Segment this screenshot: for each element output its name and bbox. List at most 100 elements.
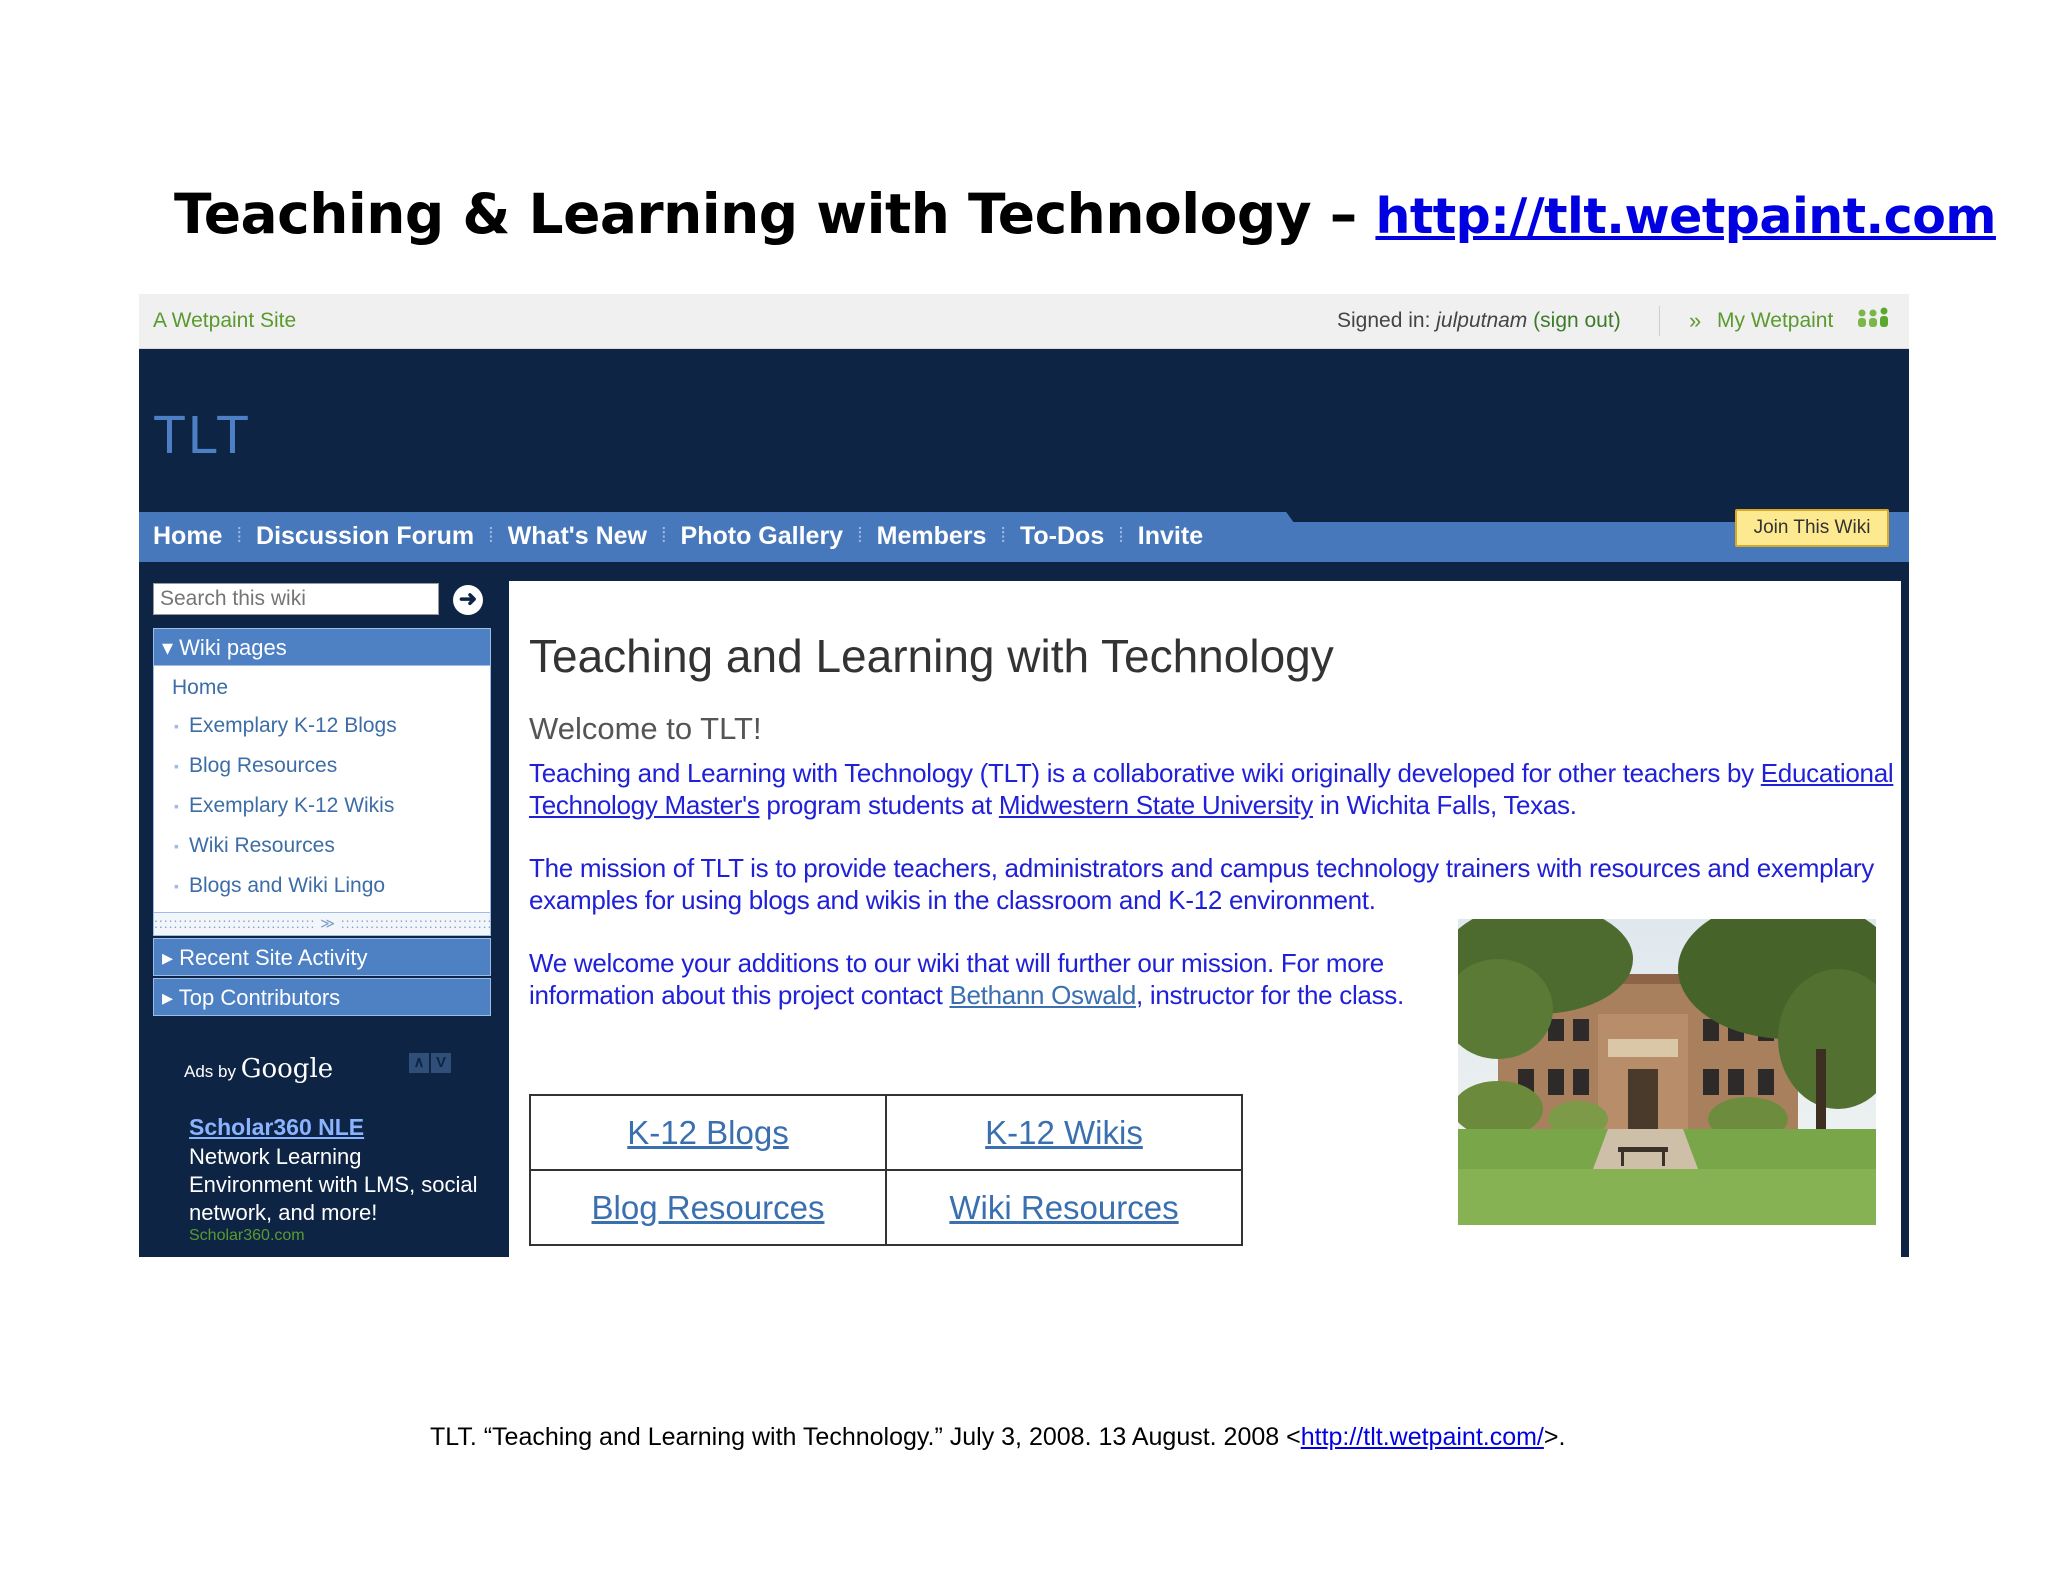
citation-text: >. — [1543, 1423, 1566, 1451]
caret-right-icon: ▸ — [162, 985, 174, 1010]
sidebar-item-label: Blogs and Wiki Lingo — [188, 874, 386, 897]
table-cell: Blog Resources — [529, 1169, 887, 1246]
intro-paragraph: Teaching and Learning with Technology (T… — [529, 757, 1899, 821]
top-contributors-header[interactable]: ▸ Top Contributors — [153, 978, 491, 1016]
wiki-pages-list: Home ▪ Exemplary K-12 Blogs ▪ Blog Resourc… — [153, 666, 491, 913]
nav-notch — [1279, 502, 1759, 522]
nav-separator: ⁞ — [488, 525, 494, 547]
k12-wikis-link[interactable]: K-12 Wikis — [985, 1114, 1143, 1151]
sidebar: ▾ Wiki pages Home ▪ Exemplary K-12 Blogs … — [153, 628, 491, 1016]
nav-separator: ⁞ — [1000, 525, 1006, 547]
signed-in-status: Signed in: julputnam (sign out) — [1337, 309, 1621, 333]
sidebar-item-exemplary-wikis[interactable]: ▪ Exemplary K-12 Wikis — [154, 786, 490, 826]
table-row: Blog Resources Wiki Resources — [529, 1169, 1243, 1246]
sidebar-item-lingo[interactable]: ▪ Blogs and Wiki Lingo — [154, 866, 490, 906]
wiki-screenshot: A Wetpaint Site Signed in: julputnam (si… — [139, 294, 1909, 1257]
intro-text: program students at — [759, 790, 999, 820]
sidebar-item-exemplary-blogs[interactable]: ▪ Exemplary K-12 Blogs — [154, 706, 490, 746]
welcome-heading: Welcome to TLT! — [529, 711, 762, 746]
nav-to-dos[interactable]: To-Dos — [1020, 522, 1104, 551]
recent-activity-header[interactable]: ▸ Recent Site Activity — [153, 938, 491, 976]
main-content: Teaching and Learning with Technology We… — [509, 581, 1904, 1257]
slide-title-link[interactable]: http://tlt.wetpaint.com — [1375, 188, 1996, 245]
citation: TLT. “Teaching and Learning with Technol… — [430, 1423, 1565, 1452]
nav-separator: ⁞ — [660, 525, 667, 547]
sign-out-link[interactable]: (sign out) — [1533, 309, 1621, 332]
nav-home[interactable]: Home — [153, 522, 222, 551]
wiki-brand[interactable]: TLT — [153, 404, 251, 466]
top-contributors-label: Top Contributors — [178, 985, 341, 1010]
ad-text: Network Learning Environment with LMS, s… — [189, 1144, 478, 1225]
sponsored-ad: Scholar360 NLE Network Learning Environm… — [189, 1114, 479, 1245]
ad-next-icon[interactable]: V — [431, 1053, 451, 1073]
recent-activity-label: Recent Site Activity — [179, 945, 368, 970]
citation-link[interactable]: http://tlt.wetpaint.com/ — [1301, 1423, 1544, 1451]
nav-photo-gallery[interactable]: Photo Gallery — [681, 522, 844, 551]
slide-title-text: Teaching & Learning with Technology – — [174, 182, 1357, 246]
table-cell: K-12 Wikis — [885, 1094, 1243, 1171]
instructor-link[interactable]: Bethann Oswald — [949, 980, 1136, 1010]
nav-whats-new[interactable]: What's New — [508, 522, 647, 551]
bullet-icon: ▪ — [174, 838, 179, 855]
topbar-divider — [1659, 306, 1660, 336]
citation-text: TLT. “Teaching and Learning with Technol… — [430, 1423, 1301, 1451]
intro-text: Teaching and Learning with Technology (T… — [529, 758, 1761, 788]
expand-grip[interactable]: ::::::::::::::::::::::::::::::::: ≫ ::::… — [153, 913, 491, 936]
slide-title: Teaching & Learning with Technology – ht… — [174, 182, 1996, 246]
table-row: K-12 Blogs K-12 Wikis — [529, 1094, 1243, 1171]
ad-url[interactable]: Scholar360.com — [189, 1227, 479, 1245]
join-wiki-button[interactable]: Join This Wiki — [1735, 509, 1889, 547]
bullet-icon: ▪ — [174, 878, 179, 895]
sidebar-item-wiki-resources[interactable]: ▪ Wiki Resources — [154, 826, 490, 866]
sidebar-item-home[interactable]: Home — [154, 670, 490, 706]
wiki-resources-link[interactable]: Wiki Resources — [949, 1189, 1178, 1226]
ad-prev-icon[interactable]: ∧ — [409, 1053, 429, 1073]
double-arrow-icon: » — [1689, 308, 1702, 333]
sidebar-item-label: Wiki Resources — [188, 834, 335, 857]
nav-items: Home ⁞ Discussion Forum ⁞ What's New ⁞ P… — [153, 522, 1203, 551]
main-navigation: Home ⁞ Discussion Forum ⁞ What's New ⁞ P… — [139, 502, 1909, 562]
google-logo: Google — [240, 1054, 334, 1084]
ads-label: Ads by — [184, 1062, 236, 1081]
bullet-icon: ▪ — [174, 758, 179, 775]
search-go-icon[interactable]: ➜ — [453, 585, 483, 615]
nav-separator: ⁞ — [857, 525, 863, 547]
sidebar-item-blog-resources[interactable]: ▪ Blog Resources — [154, 746, 490, 786]
ads-by-google[interactable]: Ads by Google — [184, 1054, 333, 1084]
campus-photo — [1458, 919, 1876, 1225]
nav-separator: ⁞ — [236, 525, 243, 547]
signed-in-label: Signed in: — [1337, 309, 1431, 332]
mission-paragraph: The mission of TLT is to provide teacher… — [529, 853, 1874, 915]
people-icon — [1855, 307, 1891, 337]
quick-links-table: K-12 Blogs K-12 Wikis Blog Resources Wik… — [529, 1094, 1243, 1246]
search-input[interactable] — [153, 583, 439, 615]
sidebar-item-label: Blog Resources — [188, 754, 338, 777]
ad-navigation: ∧ V — [409, 1053, 451, 1073]
sidebar-item-label: Exemplary K-12 Wikis — [188, 794, 395, 817]
wetpaint-topbar: A Wetpaint Site Signed in: julputnam (si… — [139, 294, 1909, 349]
caret-right-icon: ▸ — [162, 945, 174, 970]
wetpaint-site-label[interactable]: A Wetpaint Site — [153, 309, 296, 333]
contact-text: , instructor for the class. — [1136, 980, 1404, 1010]
wiki-pages-header[interactable]: ▾ Wiki pages — [153, 628, 491, 666]
blog-resources-link[interactable]: Blog Resources — [592, 1189, 825, 1226]
intro-text: in Wichita Falls, Texas. — [1313, 790, 1577, 820]
bullet-icon: ▪ — [174, 798, 179, 815]
university-link[interactable]: Midwestern State University — [999, 790, 1313, 820]
nav-members[interactable]: Members — [877, 522, 987, 551]
nav-discussion-forum[interactable]: Discussion Forum — [256, 522, 474, 551]
nav-invite[interactable]: Invite — [1138, 522, 1203, 551]
caret-down-icon: ▾ — [162, 635, 174, 660]
page-title: Teaching and Learning with Technology — [529, 630, 1334, 682]
k12-blogs-link[interactable]: K-12 Blogs — [627, 1114, 788, 1151]
username: julputnam — [1436, 309, 1528, 332]
table-cell: Wiki Resources — [885, 1169, 1243, 1246]
table-cell: K-12 Blogs — [529, 1094, 887, 1171]
wiki-pages-label: Wiki pages — [179, 635, 287, 660]
ad-title[interactable]: Scholar360 NLE — [189, 1114, 479, 1141]
my-wetpaint-link[interactable]: My Wetpaint — [1717, 309, 1833, 333]
nav-separator: ⁞ — [1118, 525, 1124, 547]
bullet-icon: ▪ — [174, 718, 179, 735]
contact-paragraph: We welcome your additions to our wiki th… — [529, 947, 1459, 1011]
sidebar-item-label: Exemplary K-12 Blogs — [188, 714, 397, 737]
